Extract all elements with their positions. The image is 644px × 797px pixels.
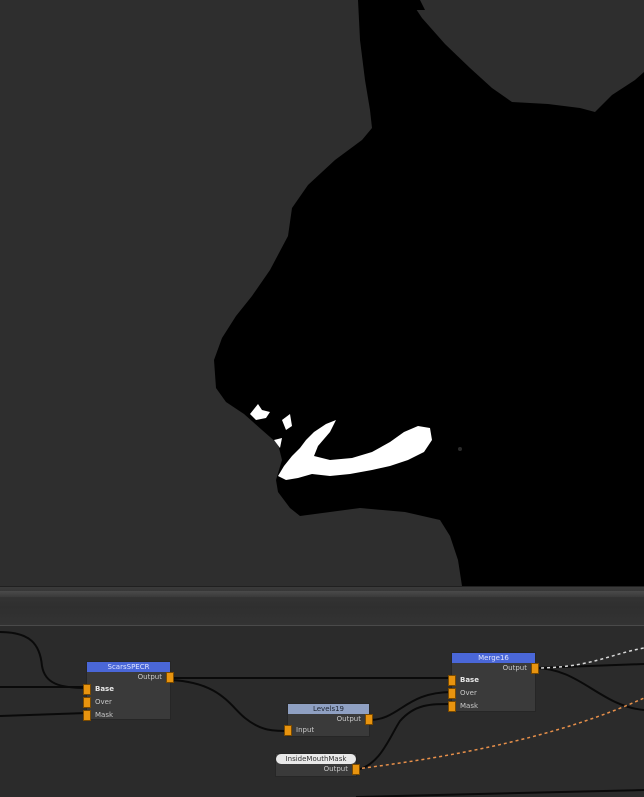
wire-left-mask (0, 712, 88, 717)
node-output-row: Output (87, 672, 173, 683)
panel-divider[interactable] (0, 586, 644, 626)
output-label: Output (137, 673, 162, 681)
node-title[interactable]: Levels19 (288, 704, 369, 714)
input-row-mask: Mask (449, 700, 535, 713)
input-label-mask: Mask (460, 702, 479, 710)
input-port-mask[interactable] (84, 711, 90, 720)
input-label-over: Over (95, 698, 112, 706)
input-port-over[interactable] (449, 689, 455, 698)
node-levels19[interactable]: Levels19 Output Input (285, 704, 372, 736)
node-output-row: Output (288, 714, 372, 725)
wire-left-to-scars-base (0, 631, 88, 689)
node-title[interactable]: InsideMouthMask (276, 754, 356, 764)
wire-levels-to-merge-over (368, 691, 453, 721)
node-title[interactable]: Merge16 (452, 653, 535, 663)
divider-ridge (0, 591, 644, 597)
node-graph[interactable]: ScarsSPECR Output Base Over Mask Levels1… (0, 626, 644, 797)
node-output-row: Output (452, 663, 538, 674)
node-title[interactable]: ScarsSPECR (87, 662, 170, 672)
output-port[interactable] (532, 664, 538, 673)
input-row-base: Base (84, 683, 170, 696)
input-port-base[interactable] (84, 685, 90, 694)
output-label: Output (336, 715, 361, 723)
output-port[interactable] (366, 715, 372, 724)
output-label: Output (502, 664, 527, 672)
node-output-row: Output (276, 764, 359, 775)
input-row-over: Over (449, 687, 535, 700)
node-merge16[interactable]: Merge16 Output Base Over Mask (449, 653, 538, 713)
viewer-canvas (0, 0, 644, 586)
output-port[interactable] (353, 765, 359, 774)
wire-bottom (355, 789, 644, 797)
output-port[interactable] (167, 673, 173, 682)
input-port-over[interactable] (84, 698, 90, 707)
output-label: Output (323, 765, 348, 773)
input-port-input[interactable] (285, 726, 291, 735)
app-window: ScarsSPECR Output Base Over Mask Levels1… (0, 0, 644, 797)
input-label-base: Base (95, 685, 114, 693)
input-port-mask[interactable] (449, 702, 455, 711)
node-scarsspecr[interactable]: ScarsSPECR Output Base Over Mask (84, 662, 173, 722)
input-row-over: Over (84, 696, 170, 709)
wire-merge-out-2 (534, 667, 644, 711)
input-row-input: Input (285, 725, 369, 736)
wire-mouth-to-merge-mask (355, 703, 453, 771)
input-port-base[interactable] (449, 676, 455, 685)
input-label-over: Over (460, 689, 477, 697)
wire-scars-to-levels (169, 679, 289, 732)
whisker-dot (458, 447, 462, 451)
wire-merge-out (534, 663, 644, 669)
input-row-mask: Mask (84, 709, 170, 722)
image-viewer[interactable] (0, 0, 644, 586)
input-row-base: Base (449, 674, 535, 687)
input-label-base: Base (460, 676, 479, 684)
input-label-input: Input (296, 726, 315, 734)
input-label-mask: Mask (95, 711, 114, 719)
node-insidemouthmask[interactable]: InsideMouthMask Output (276, 754, 359, 776)
